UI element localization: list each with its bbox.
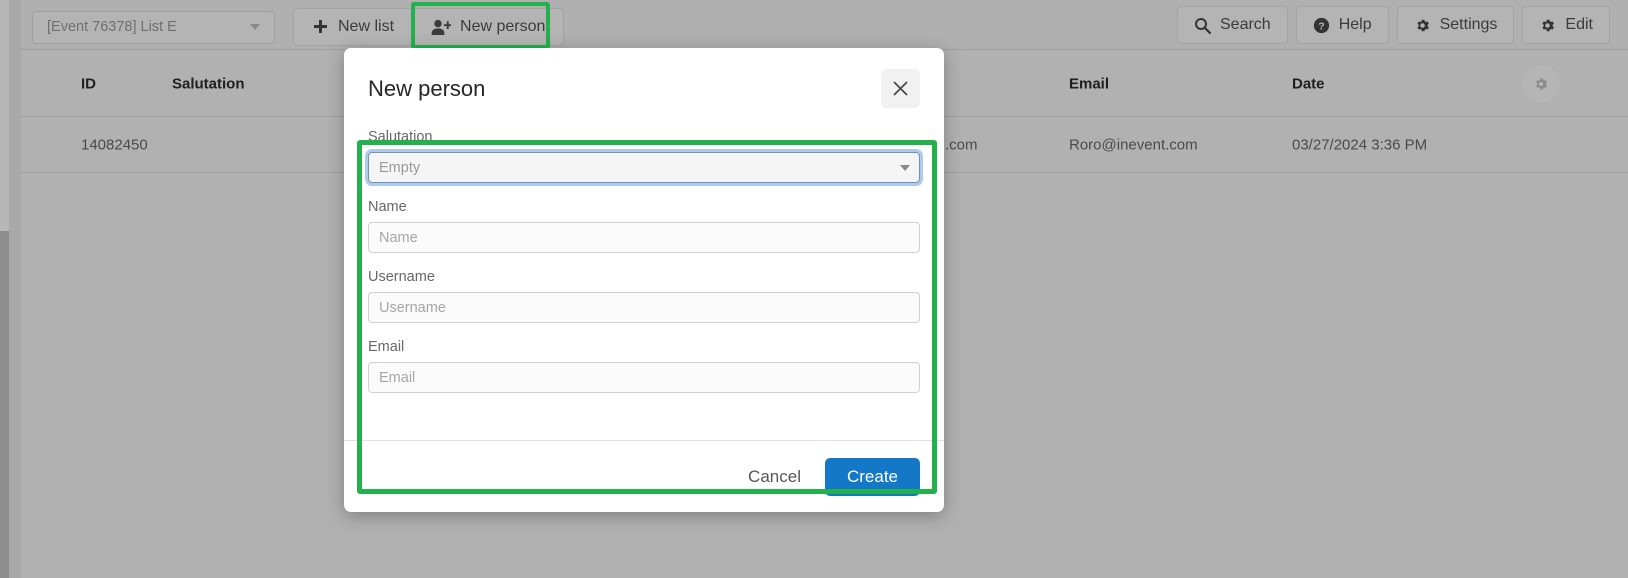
gear-icon [1539,17,1556,34]
svg-text:?: ? [1318,20,1324,32]
cancel-button[interactable]: Cancel [738,459,811,495]
name-input[interactable] [368,222,920,253]
label-username: Username [368,269,435,285]
left-gutter [9,0,21,578]
top-toolbar: [Event 76378] List E New list New person… [21,0,1628,50]
field-name: Name [368,199,920,253]
settings-button[interactable]: Settings [1396,6,1515,44]
list-select[interactable]: [Event 76378] List E [32,10,275,44]
column-header-id[interactable]: ID [81,75,96,92]
cell-date: 03/27/2024 3:36 PM [1292,136,1428,153]
label-name: Name [368,199,407,215]
modal-footer: Cancel Create [344,440,944,512]
gear-icon [1414,17,1431,34]
field-salutation: Salutation Empty [368,129,920,183]
edit-button[interactable]: Edit [1522,6,1610,44]
modal-title: New person [368,76,486,101]
toolbar-left-group: [Event 76378] List E New list New person [32,8,565,46]
new-person-button[interactable]: New person [413,8,565,46]
edit-label: Edit [1565,16,1593,33]
table-settings-button[interactable] [1522,64,1560,103]
left-rail-lower [0,231,9,578]
close-icon [892,80,909,97]
toolbar-button-group: New list New person [293,8,565,46]
list-select-value: [Event 76378] List E [47,19,177,35]
column-header-email[interactable]: Email [1069,75,1109,92]
user-plus-icon [431,19,452,36]
label-email: Email [368,339,405,355]
gear-icon [1533,76,1549,92]
cell-email: Roro@inevent.com [1069,136,1198,153]
toolbar-right-group: Search ? Help Settings Edit [1177,6,1610,44]
cell-partial-text: .com [945,136,978,153]
label-salutation: Salutation [368,129,433,145]
field-email: Email [368,339,920,393]
app-root: [Event 76378] List E New list New person… [0,0,1628,578]
create-button[interactable]: Create [824,457,920,496]
new-person-label: New person [460,18,546,35]
help-label: Help [1338,16,1372,33]
search-icon [1194,17,1211,34]
modal-body: Salutation Empty Name Username Email [344,129,944,393]
search-label: Search [1220,16,1271,33]
question-circle-icon: ? [1313,17,1330,34]
plus-icon [312,19,329,36]
new-list-button[interactable]: New list [293,8,414,46]
cell-id: 14082450 [81,136,148,153]
help-button[interactable]: ? Help [1295,6,1389,44]
column-header-salutation[interactable]: Salutation [172,75,245,92]
salutation-select-wrapper: Empty [368,152,920,183]
settings-label: Settings [1439,16,1498,33]
field-username: Username [368,269,920,323]
modal-header: New person [344,48,944,129]
username-input[interactable] [368,292,920,323]
column-header-date[interactable]: Date [1292,75,1325,92]
salutation-select[interactable]: Empty [368,152,920,183]
left-rail-upper [0,0,9,231]
email-input[interactable] [368,362,920,393]
new-person-modal: New person Salutation Empty Name Name Us… [344,48,944,512]
search-button[interactable]: Search [1177,6,1288,44]
modal-close-button[interactable] [881,69,920,108]
chevron-down-icon [250,24,260,30]
new-list-label: New list [338,18,395,35]
